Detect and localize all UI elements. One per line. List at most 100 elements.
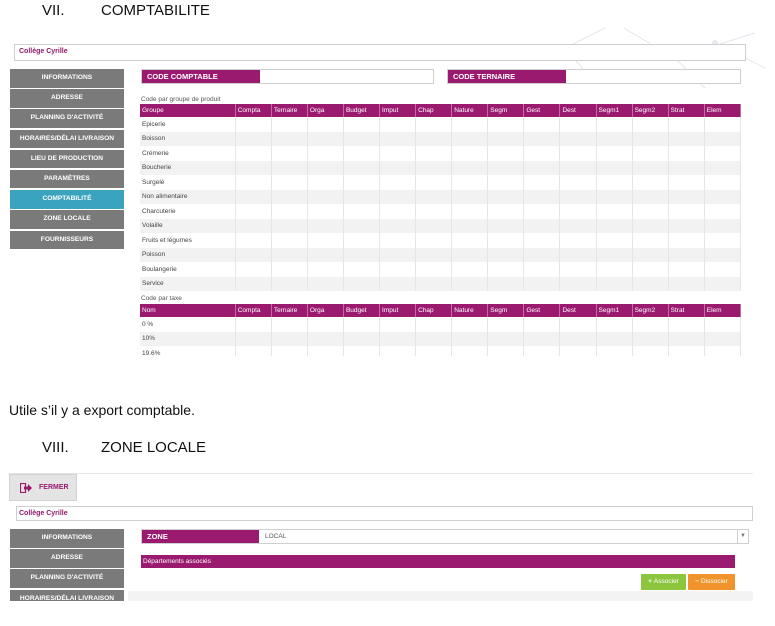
code-cell[interactable] [307, 175, 344, 190]
code-cell[interactable] [668, 317, 705, 332]
code-cell[interactable] [415, 204, 453, 219]
code-cell[interactable] [415, 131, 453, 146]
code-cell[interactable] [632, 146, 669, 161]
code-cell[interactable] [379, 346, 417, 356]
code-cell[interactable] [343, 189, 381, 204]
code-cell[interactable] [632, 204, 669, 219]
code-cell[interactable] [704, 233, 742, 248]
code-cell[interactable] [487, 331, 525, 346]
code-cell[interactable] [523, 346, 561, 356]
code-cell[interactable] [343, 204, 381, 219]
code-cell[interactable] [523, 146, 561, 161]
associer-button[interactable]: + Associer [641, 574, 686, 590]
sidebar-item[interactable]: HORAIRES/DÉLAI LIVRAISON [10, 589, 124, 601]
code-cell[interactable] [632, 233, 669, 248]
code-cell[interactable] [559, 331, 597, 346]
chevron-down-icon[interactable]: ▼ [737, 530, 748, 543]
code-cell[interactable] [379, 262, 417, 277]
code-cell[interactable] [451, 204, 489, 219]
code-cell[interactable] [307, 218, 344, 233]
code-cell[interactable] [343, 175, 381, 190]
code-cell[interactable] [523, 160, 561, 175]
dissocier-button[interactable]: − Dissocier [688, 574, 735, 590]
code-cell[interactable] [343, 131, 381, 146]
code-cell[interactable] [668, 276, 705, 291]
code-cell[interactable] [487, 262, 525, 277]
code-cell[interactable] [379, 233, 417, 248]
code-cell[interactable] [415, 262, 453, 277]
code-cell[interactable] [668, 247, 705, 262]
code-cell[interactable] [523, 317, 561, 332]
code-cell[interactable] [451, 346, 489, 356]
code-cell[interactable] [596, 160, 633, 175]
code-cell[interactable] [487, 146, 525, 161]
code-cell[interactable] [487, 189, 525, 204]
code-cell[interactable] [559, 317, 597, 332]
sidebar-item[interactable]: LIEU DE PRODUCTION [10, 149, 124, 169]
code-cell[interactable] [704, 276, 742, 291]
code-cell[interactable] [559, 218, 597, 233]
code-cell[interactable] [487, 233, 525, 248]
code-cell[interactable] [704, 204, 742, 219]
code-cell[interactable] [559, 160, 597, 175]
code-cell[interactable] [343, 262, 381, 277]
code-cell[interactable] [559, 204, 597, 219]
code-cell[interactable] [451, 331, 489, 346]
code-cell[interactable] [632, 247, 669, 262]
code-cell[interactable] [451, 233, 489, 248]
code-cell[interactable] [559, 189, 597, 204]
code-cell[interactable] [451, 189, 489, 204]
code-cell[interactable] [235, 317, 272, 332]
code-cell[interactable] [523, 233, 561, 248]
code-cell[interactable] [451, 160, 489, 175]
code-cell[interactable] [415, 218, 453, 233]
code-cell[interactable] [668, 204, 705, 219]
code-cell[interactable] [596, 331, 633, 346]
code-cell[interactable] [668, 175, 705, 190]
code-cell[interactable] [415, 247, 453, 262]
code-cell[interactable] [415, 331, 453, 346]
code-cell[interactable] [596, 262, 633, 277]
code-cell[interactable] [596, 218, 633, 233]
code-cell[interactable] [379, 276, 417, 291]
code-cell[interactable] [271, 262, 308, 277]
code-cell[interactable] [632, 262, 669, 277]
sidebar-item[interactable]: PARAMÈTRES [10, 169, 124, 189]
code-cell[interactable] [668, 189, 705, 204]
code-cell[interactable] [487, 204, 525, 219]
code-cell[interactable] [415, 276, 453, 291]
code-cell[interactable] [451, 146, 489, 161]
fermer-button[interactable]: FERMER [9, 474, 77, 501]
code-cell[interactable] [307, 317, 344, 332]
code-cell[interactable] [379, 146, 417, 161]
code-cell[interactable] [379, 160, 417, 175]
sidebar-item[interactable]: ADRESSE [10, 89, 124, 108]
code-cell[interactable] [271, 160, 308, 175]
code-cell[interactable] [271, 331, 308, 346]
code-cell[interactable] [307, 189, 344, 204]
code-cell[interactable] [451, 117, 489, 132]
code-cell[interactable] [596, 146, 633, 161]
code-cell[interactable] [379, 247, 417, 262]
code-cell[interactable] [487, 276, 525, 291]
sidebar-item[interactable]: ZONE LOCALE [10, 210, 124, 229]
code-cell[interactable] [307, 247, 344, 262]
code-cell[interactable] [271, 247, 308, 262]
code-cell[interactable] [271, 131, 308, 146]
code-cell[interactable] [379, 317, 417, 332]
code-cell[interactable] [559, 346, 597, 356]
code-cell[interactable] [704, 331, 742, 346]
code-cell[interactable] [668, 160, 705, 175]
code-cell[interactable] [271, 175, 308, 190]
code-cell[interactable] [451, 131, 489, 146]
code-cell[interactable] [523, 117, 561, 132]
code-cell[interactable] [343, 218, 381, 233]
code-cell[interactable] [451, 175, 489, 190]
code-cell[interactable] [632, 218, 669, 233]
code-cell[interactable] [379, 218, 417, 233]
code-cell[interactable] [235, 160, 272, 175]
code-cell[interactable] [559, 146, 597, 161]
code-cell[interactable] [559, 247, 597, 262]
code-cell[interactable] [343, 317, 381, 332]
code-cell[interactable] [415, 346, 453, 356]
